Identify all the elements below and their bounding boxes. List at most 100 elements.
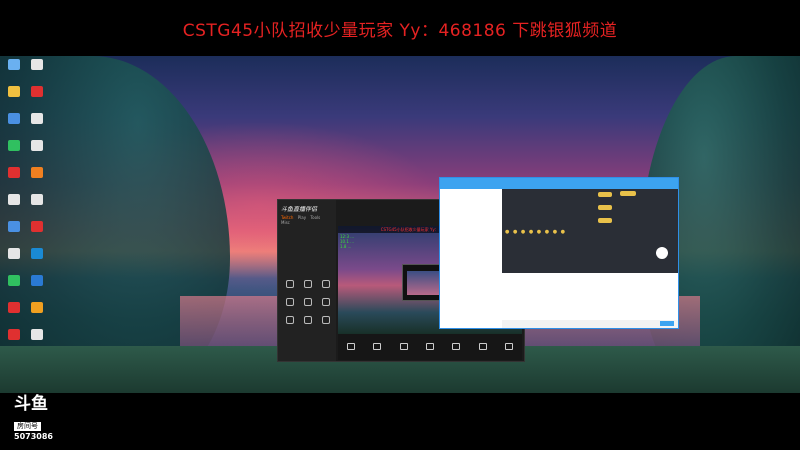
chat-user-panel — [616, 189, 678, 273]
desktop-shortcut[interactable] — [26, 113, 48, 132]
desktop-shortcut[interactable] — [3, 167, 25, 186]
control-icon — [425, 343, 434, 350]
control-button[interactable] — [452, 343, 461, 351]
stream-title-text: CSTG45小队招收少量玩家 Yy：468186 下跳银狐频道 — [182, 20, 618, 41]
control-icon — [373, 343, 382, 350]
desktop-shortcut[interactable] — [3, 140, 25, 159]
tool-icon — [286, 298, 294, 306]
app-icon — [8, 221, 20, 232]
app-icon — [8, 248, 20, 259]
control-button[interactable] — [373, 343, 382, 351]
app-icon — [31, 194, 43, 205]
control-button[interactable] — [478, 343, 487, 351]
app-icon — [8, 275, 20, 286]
player-control-bar — [338, 334, 522, 360]
list-item[interactable] — [502, 189, 616, 202]
tool-button[interactable] — [317, 278, 335, 296]
room-number: 5073086 — [14, 432, 53, 441]
desktop-shortcut[interactable] — [26, 248, 48, 267]
tool-button[interactable] — [281, 296, 299, 314]
chat-side-panel — [440, 189, 502, 328]
badge — [598, 192, 612, 197]
logo-text: 斗鱼 — [14, 394, 48, 414]
desktop-icon-grid — [3, 59, 55, 356]
player-tab-bar: Twitch Play Tools Misc — [281, 215, 335, 225]
tool-button[interactable] — [299, 314, 317, 332]
chat-window[interactable]: ● ● ● ● ● ● ● ● — [439, 177, 679, 329]
tool-icon — [304, 298, 312, 306]
tool-icon — [304, 280, 312, 288]
chat-input-bar[interactable] — [502, 320, 678, 328]
app-icon — [8, 167, 20, 178]
tab-tools[interactable]: Tools — [310, 215, 320, 220]
desktop-shortcut[interactable] — [26, 275, 48, 294]
stream-footer — [0, 393, 800, 450]
chat-titlebar[interactable] — [440, 178, 678, 189]
desktop-shortcut[interactable] — [3, 302, 25, 321]
control-icon — [452, 343, 461, 350]
desktop-shortcut[interactable] — [26, 140, 48, 159]
tool-icon — [322, 316, 330, 324]
list-item[interactable] — [502, 215, 616, 228]
control-icon — [504, 343, 513, 350]
chat-messages — [502, 273, 678, 320]
tool-button[interactable] — [281, 278, 299, 296]
preview-stats: 12:3 ... 10.1 ... 1.8 ... — [340, 234, 354, 249]
tab-misc[interactable]: Misc — [281, 220, 290, 225]
tool-button[interactable] — [299, 278, 317, 296]
desktop-shortcut[interactable] — [26, 59, 48, 78]
tool-button[interactable] — [299, 296, 317, 314]
control-button[interactable] — [504, 343, 513, 351]
app-icon — [31, 275, 43, 286]
player-tool-grid — [281, 278, 335, 332]
avatar[interactable] — [656, 247, 668, 259]
app-icon — [31, 86, 43, 97]
desktop-shortcut[interactable] — [26, 167, 48, 186]
desktop-shortcut[interactable] — [26, 194, 48, 213]
tool-button[interactable] — [317, 314, 335, 332]
folder-icon — [8, 86, 20, 97]
app-icon — [31, 302, 43, 313]
tab-play[interactable]: Play — [298, 215, 306, 220]
chat-room-list: ● ● ● ● ● ● ● ● — [502, 189, 616, 273]
desktop-wallpaper: 斗鱼直播伴侣 Twitch Play Tools Misc CSTG45小队招收… — [0, 56, 800, 393]
desktop-shortcut[interactable] — [26, 329, 48, 348]
desktop-shortcut[interactable] — [26, 221, 48, 240]
computer-icon — [8, 59, 20, 70]
tool-icon — [304, 316, 312, 324]
desktop-shortcut[interactable] — [3, 275, 25, 294]
control-button[interactable] — [347, 343, 356, 351]
tool-icon — [286, 280, 294, 288]
desktop-shortcut[interactable] — [3, 86, 25, 105]
app-icon — [31, 248, 43, 259]
app-icon — [8, 329, 20, 340]
tool-button[interactable] — [317, 296, 335, 314]
tool-icon — [286, 316, 294, 324]
control-icon — [347, 343, 356, 350]
desktop-shortcut[interactable] — [3, 113, 25, 132]
desktop-shortcut[interactable] — [3, 329, 25, 348]
desktop-shortcut[interactable] — [26, 86, 48, 105]
control-button[interactable] — [425, 343, 434, 351]
list-item[interactable] — [502, 202, 616, 215]
badge — [598, 205, 612, 210]
send-button[interactable] — [660, 321, 674, 326]
douyu-logo: 斗鱼 房间号 5073086 — [14, 395, 60, 442]
tool-button[interactable] — [281, 314, 299, 332]
desktop-shortcut[interactable] — [3, 194, 25, 213]
desktop-shortcut[interactable] — [3, 248, 25, 267]
app-icon — [31, 329, 43, 340]
app-icon — [8, 140, 20, 151]
app-icon — [31, 140, 43, 151]
desktop-shortcut[interactable] — [3, 59, 25, 78]
app-icon — [31, 221, 43, 232]
desktop-shortcut[interactable] — [3, 221, 25, 240]
control-button[interactable] — [399, 343, 408, 351]
desktop-shortcut[interactable] — [26, 302, 48, 321]
control-icon — [478, 343, 487, 350]
room-label: 房间号 — [14, 422, 41, 431]
app-icon — [31, 167, 43, 178]
app-icon — [8, 194, 20, 205]
badge — [598, 218, 612, 223]
app-icon — [8, 302, 20, 313]
